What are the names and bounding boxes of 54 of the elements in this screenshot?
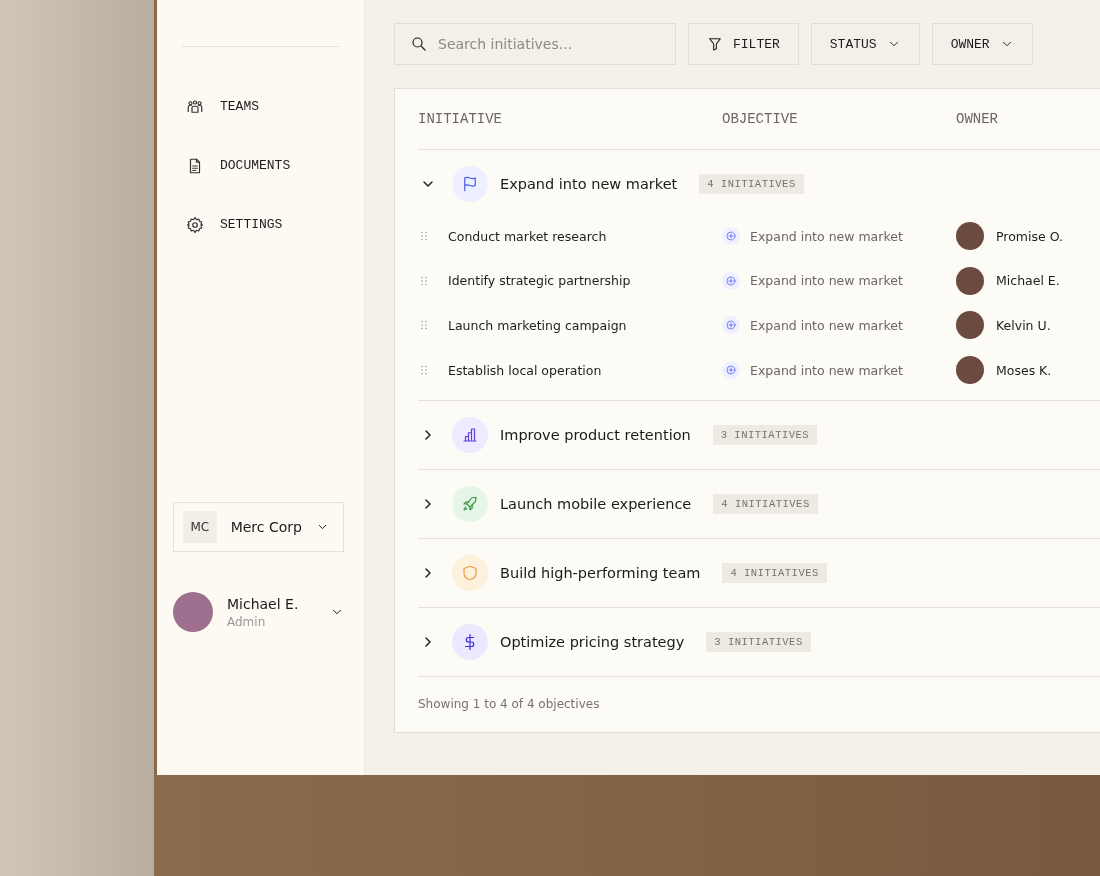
- settings-icon: [186, 215, 204, 234]
- initiative-name: Conduct market research: [448, 228, 607, 244]
- avatar: [956, 222, 984, 251]
- objective-title: Expand into new market: [500, 176, 678, 192]
- user-role: Admin: [227, 614, 267, 629]
- flag-icon: [461, 175, 479, 193]
- dropdown-button[interactable]: STATUS: [810, 23, 920, 65]
- target-icon: [725, 274, 737, 287]
- objective-name: Expand into new market: [750, 228, 903, 244]
- sidebar-item[interactable]: DOCUMENTS: [186, 136, 336, 195]
- initiative-name: Identify strategic partnership: [448, 273, 631, 289]
- objective-name: Expand into new market: [750, 273, 903, 289]
- objective-title: Optimize pricing strategy: [500, 634, 685, 651]
- filter-button[interactable]: FILTER: [688, 23, 799, 65]
- initiative-name: Establish local operation: [448, 362, 602, 378]
- avatar: [173, 592, 213, 632]
- objective-title: Improve product retention: [500, 427, 691, 444]
- workspace-initials: MC: [183, 511, 217, 543]
- objective-title: Build high-performing team: [500, 565, 701, 582]
- owner-name: Kelvin U.: [996, 318, 1051, 333]
- pagination-summary: Showing 1 to 4 of 4 objectives: [418, 696, 601, 712]
- people-icon: [186, 97, 204, 116]
- count-tag: 3 INITIATIVES: [706, 632, 811, 653]
- count-tag: 4 INITIATIVES: [713, 494, 818, 515]
- objective-title: Launch mobile experience: [500, 496, 692, 513]
- target-icon: [725, 319, 737, 332]
- owner-name: Moses K.: [996, 362, 1052, 378]
- workspace-name: Merc Corp: [230, 519, 302, 535]
- objective-name: Expand into new market: [750, 318, 903, 333]
- avatar: [956, 311, 984, 340]
- dropdown-button[interactable]: OWNER: [931, 23, 1033, 65]
- workspace-switcher[interactable]: MC Merc Corp: [173, 502, 344, 552]
- bar-chart-icon: [461, 426, 479, 445]
- column-header: INITIATIVE: [418, 111, 503, 127]
- count-tag: 4 INITIATIVES: [699, 174, 804, 194]
- initiative-name: Launch marketing campaign: [448, 318, 627, 333]
- count-tag: 3 INITIATIVES: [712, 425, 818, 446]
- shield-icon: [461, 564, 479, 583]
- avatar: [956, 266, 984, 295]
- owner-name: Promise O.: [996, 228, 1063, 244]
- sidebar-item[interactable]: SETTINGS: [186, 195, 336, 254]
- count-tag: 4 INITIATIVES: [722, 563, 827, 584]
- search-field[interactable]: Search initiatives...: [394, 23, 676, 65]
- target-icon: [725, 230, 737, 243]
- search-icon: [410, 35, 428, 53]
- column-header: OWNER: [956, 111, 999, 127]
- filter-icon: [707, 36, 723, 52]
- avatar: [956, 356, 984, 385]
- sidebar-item[interactable]: TEAMS: [186, 77, 336, 136]
- target-icon: [725, 364, 737, 377]
- objective-name: Expand into new market: [750, 362, 903, 378]
- user-name: Michael E.: [227, 595, 300, 612]
- owner-name: Michael E.: [996, 273, 1060, 289]
- column-header: OBJECTIVE: [722, 111, 799, 127]
